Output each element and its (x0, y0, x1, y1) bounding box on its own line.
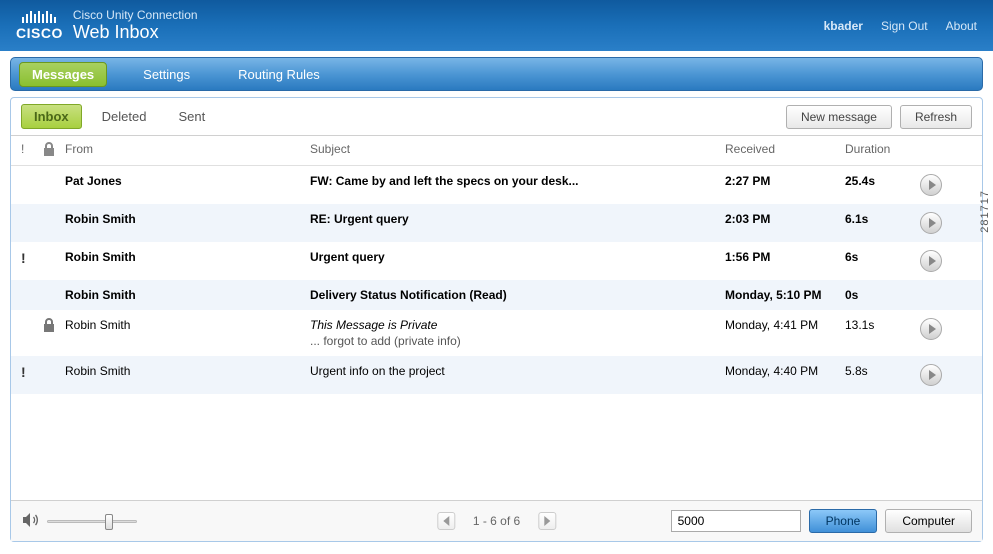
urgent-cell: ! (21, 250, 43, 266)
received-cell: 2:03 PM (725, 212, 845, 226)
subject-cell: Urgent query (310, 250, 725, 264)
folder-inbox[interactable]: Inbox (21, 104, 82, 129)
received-cell: 2:27 PM (725, 174, 845, 188)
subject-cell: RE: Urgent query (310, 212, 725, 226)
received-cell: 1:56 PM (725, 250, 845, 264)
play-cell (920, 364, 960, 386)
col-from-header[interactable]: From (65, 142, 310, 159)
urgent-icon: ! (21, 364, 26, 380)
duration-cell: 13.1s (845, 318, 920, 332)
duration-cell: 25.4s (845, 174, 920, 188)
play-button[interactable] (920, 318, 942, 340)
signout-link[interactable]: Sign Out (881, 19, 928, 33)
app-title: Web Inbox (73, 22, 198, 43)
duration-cell: 6.1s (845, 212, 920, 226)
from-cell: Robin Smith (65, 364, 310, 378)
pager-prev-button[interactable] (437, 512, 455, 530)
from-cell: Robin Smith (65, 250, 310, 264)
col-urgent-header[interactable]: ! (21, 142, 43, 159)
speaker-icon[interactable] (21, 511, 39, 532)
message-row[interactable]: Robin SmithThis Message is Private... fo… (11, 310, 982, 356)
column-headers: ! From Subject Received Duration (11, 136, 982, 166)
from-cell: Robin Smith (65, 288, 310, 302)
play-button[interactable] (920, 212, 942, 234)
message-row[interactable]: ! Robin SmithUrgent info on the projectMo… (11, 356, 982, 394)
from-cell: Robin Smith (65, 212, 310, 226)
received-cell: Monday, 4:41 PM (725, 318, 845, 332)
col-duration-header[interactable]: Duration (845, 142, 920, 159)
col-received-header[interactable]: Received (725, 142, 845, 159)
play-cell (920, 318, 960, 340)
play-button[interactable] (920, 364, 942, 386)
user-link[interactable]: kbader (824, 19, 863, 33)
message-row[interactable]: Pat JonesFW: Came by and left the specs … (11, 166, 982, 204)
subject-cell: Delivery Status Notification (Read) (310, 288, 725, 302)
col-private-header[interactable] (43, 142, 65, 159)
brand-text: CISCO (16, 25, 63, 41)
playback-phone-button[interactable]: Phone (809, 509, 878, 533)
received-cell: Monday, 5:10 PM (725, 288, 845, 302)
play-cell (920, 212, 960, 234)
play-button[interactable] (920, 174, 942, 196)
footer-bar: 1 - 6 of 6 Phone Computer (11, 500, 982, 541)
folder-sent[interactable]: Sent (166, 105, 217, 128)
cisco-logo-icon (22, 11, 56, 23)
message-row[interactable]: Robin SmithRE: Urgent query2:03 PM6.1s (11, 204, 982, 242)
refresh-button[interactable]: Refresh (900, 105, 972, 129)
received-cell: Monday, 4:40 PM (725, 364, 845, 378)
urgent-cell: ! (21, 364, 43, 380)
subject-cell: This Message is Private... forgot to add… (310, 318, 725, 348)
lock-icon (43, 318, 55, 332)
main-panel: Inbox Deleted Sent New message Refresh !… (10, 97, 983, 542)
cisco-logo: CISCO (16, 11, 63, 41)
nav-settings[interactable]: Settings (131, 63, 202, 86)
play-cell (920, 250, 960, 272)
subject-cell: FW: Came by and left the specs on your d… (310, 174, 725, 188)
main-nav: Messages Settings Routing Rules (10, 57, 983, 91)
pager-status: 1 - 6 of 6 (473, 514, 520, 528)
message-list: Pat JonesFW: Came by and left the specs … (11, 166, 982, 500)
folder-nav: Inbox Deleted Sent New message Refresh (11, 98, 982, 136)
duration-cell: 5.8s (845, 364, 920, 378)
app-header: CISCO Cisco Unity Connection Web Inbox k… (0, 0, 993, 51)
nav-messages[interactable]: Messages (19, 62, 107, 87)
duration-cell: 0s (845, 288, 920, 302)
extension-input[interactable] (671, 510, 801, 532)
product-title: Cisco Unity Connection (73, 8, 198, 22)
private-cell (43, 318, 65, 335)
col-subject-header[interactable]: Subject (310, 142, 725, 159)
duration-cell: 6s (845, 250, 920, 264)
watermark-id: 281717 (979, 190, 991, 233)
pager: 1 - 6 of 6 (437, 512, 556, 530)
from-cell: Robin Smith (65, 318, 310, 332)
message-row[interactable]: ! Robin SmithUrgent query1:56 PM6s (11, 242, 982, 280)
new-message-button[interactable]: New message (786, 105, 892, 129)
playback-computer-button[interactable]: Computer (885, 509, 972, 533)
from-cell: Pat Jones (65, 174, 310, 188)
play-cell (920, 174, 960, 196)
about-link[interactable]: About (946, 19, 977, 33)
nav-routing-rules[interactable]: Routing Rules (226, 63, 332, 86)
volume-slider[interactable] (47, 514, 137, 528)
pager-next-button[interactable] (538, 512, 556, 530)
folder-deleted[interactable]: Deleted (90, 105, 159, 128)
message-row[interactable]: Robin SmithDelivery Status Notification … (11, 280, 982, 310)
play-button[interactable] (920, 250, 942, 272)
subject-cell: Urgent info on the project (310, 364, 725, 378)
lock-icon (43, 142, 55, 156)
urgent-icon: ! (21, 250, 26, 266)
